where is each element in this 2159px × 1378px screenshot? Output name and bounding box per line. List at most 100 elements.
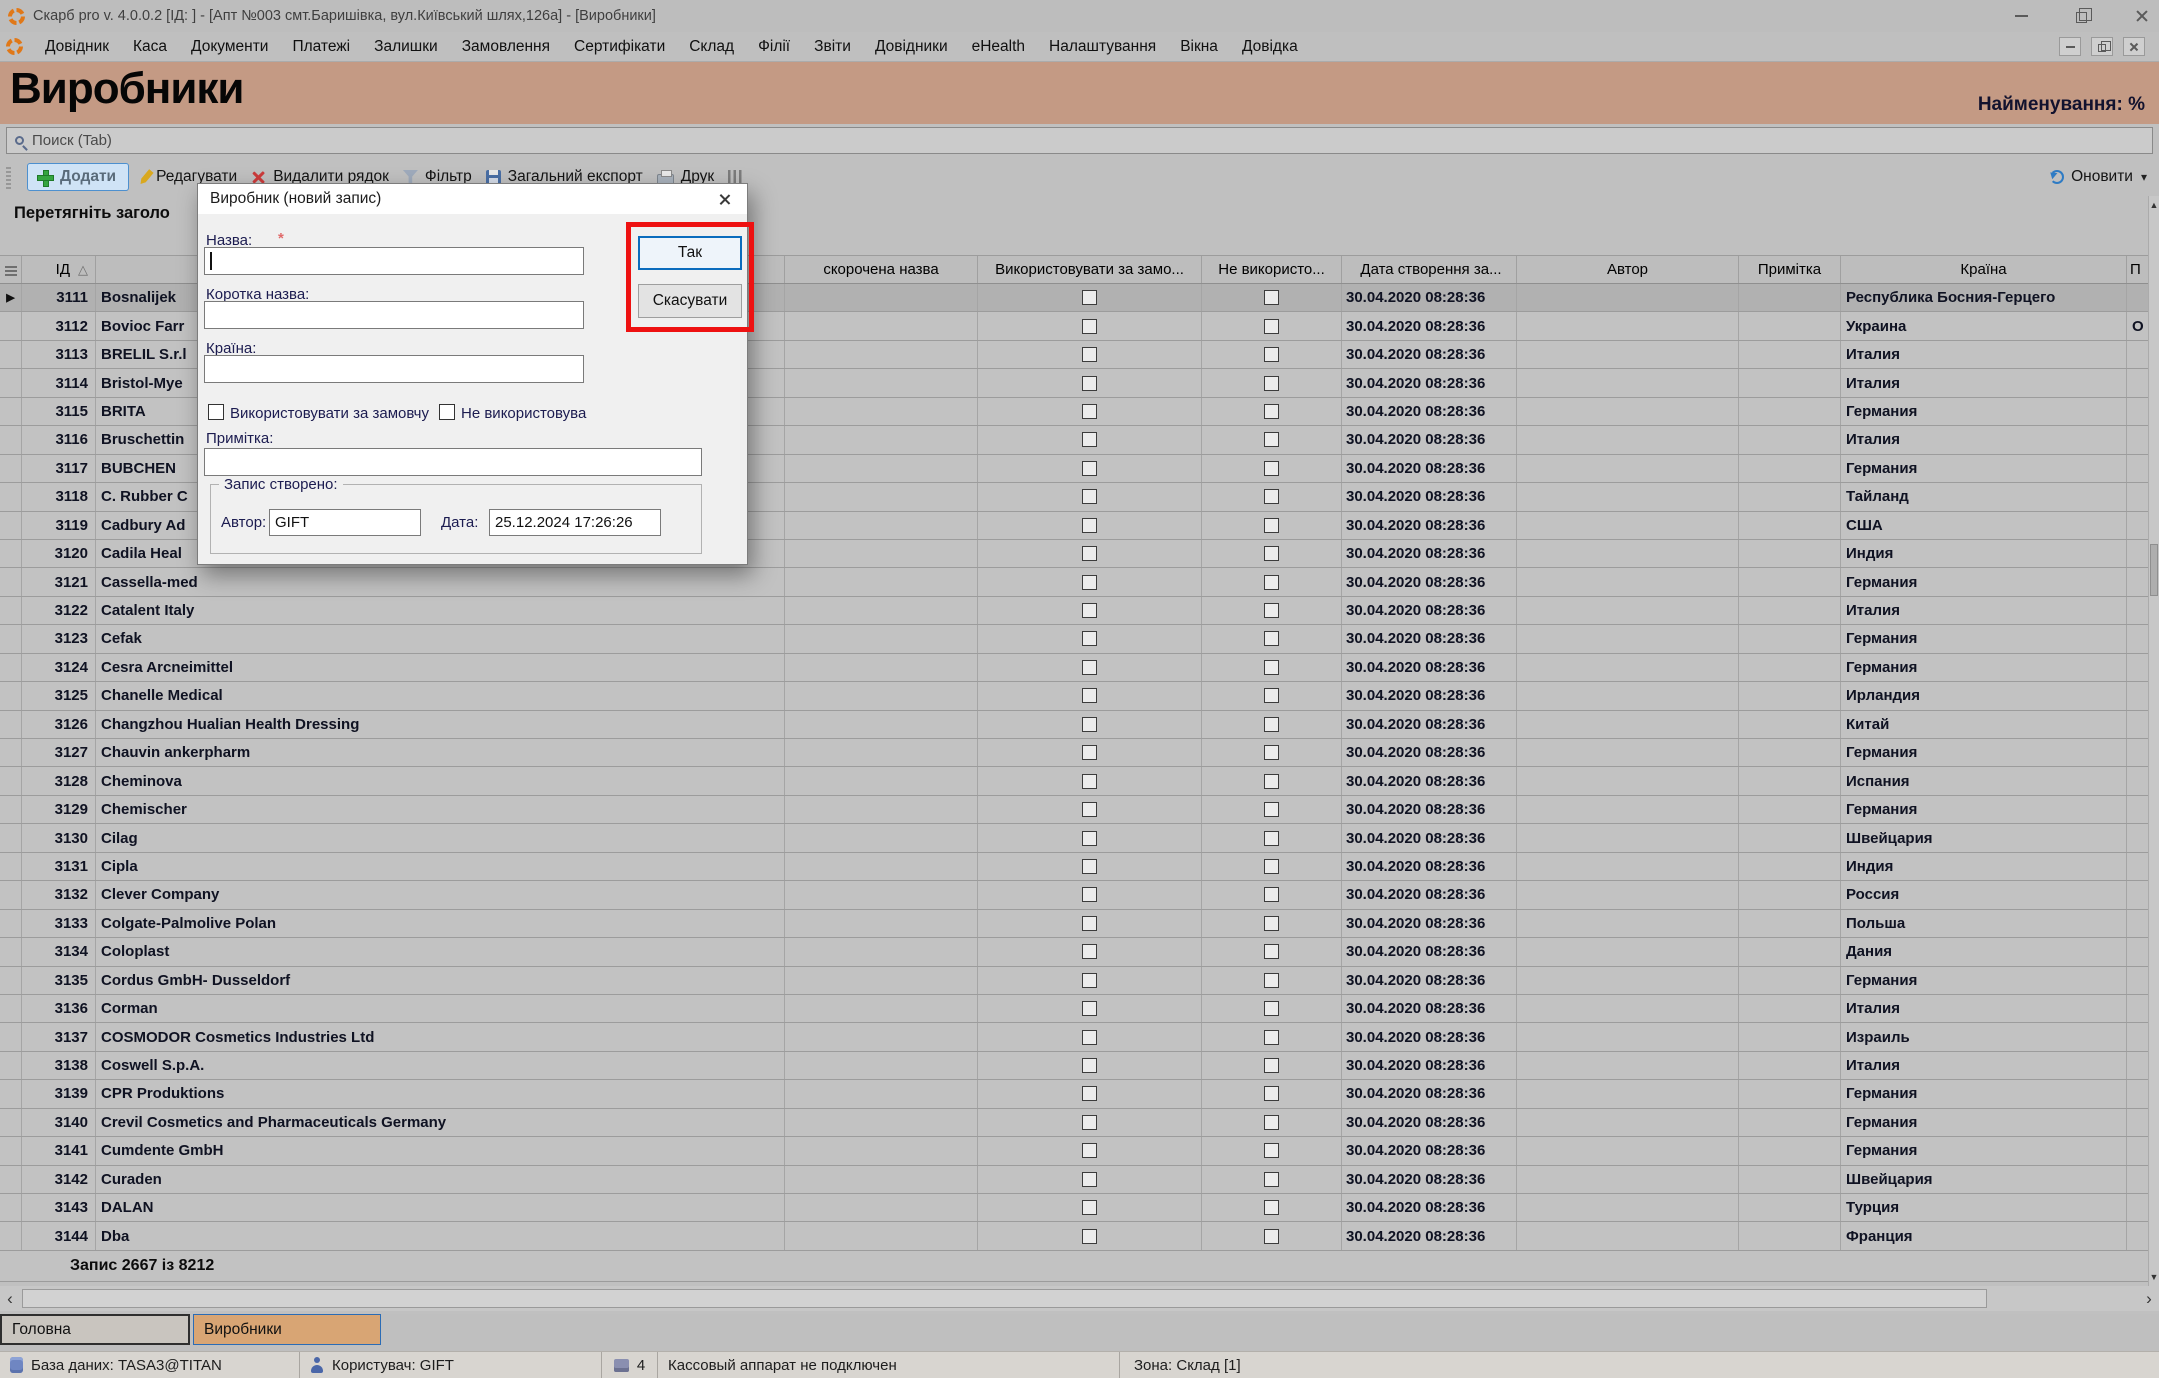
scroll-right-icon[interactable]: › [2139, 1289, 2159, 1309]
use-default-checkbox[interactable] [1082, 575, 1097, 590]
header-id[interactable]: ІД △ [22, 256, 96, 283]
use-default-checkbox[interactable] [1082, 461, 1097, 476]
use-default-checkbox[interactable] [1082, 887, 1097, 902]
table-row[interactable]: 3122 Catalent Italy 30.04.2020 08:28:36 … [0, 597, 2148, 625]
not-use-checkbox[interactable] [1264, 404, 1279, 419]
table-row[interactable]: 3138 Coswell S.p.A. 30.04.2020 08:28:36 … [0, 1052, 2148, 1080]
not-use-checkbox[interactable] [1264, 1030, 1279, 1045]
menu-item[interactable]: Залишки [362, 34, 450, 60]
add-button[interactable]: Додати [27, 163, 129, 191]
not-use-checkbox[interactable] [439, 404, 455, 420]
date-field[interactable]: 25.12.2024 17:26:26 [489, 509, 661, 536]
not-use-checkbox[interactable] [1264, 546, 1279, 561]
short-name-field[interactable] [204, 301, 584, 329]
restore-icon[interactable] [2076, 12, 2087, 23]
name-field[interactable] [204, 247, 584, 275]
not-use-checkbox[interactable] [1264, 1001, 1279, 1016]
use-default-checkbox[interactable] [1082, 546, 1097, 561]
search-input[interactable]: Поиск (Tab) [6, 127, 2153, 154]
menu-item[interactable]: Звіти [802, 34, 863, 60]
not-use-checkbox[interactable] [1264, 745, 1279, 760]
header-use-default[interactable]: Використовувати за замо... [978, 256, 1202, 283]
menu-item[interactable]: Склад [677, 34, 746, 60]
not-use-checkbox[interactable] [1264, 1200, 1279, 1215]
minimize-icon[interactable] [2015, 15, 2028, 17]
toolbar-grip[interactable] [6, 165, 11, 189]
not-use-checkbox[interactable] [1264, 1058, 1279, 1073]
menu-item[interactable]: Документи [179, 34, 280, 60]
use-default-checkbox[interactable] [1082, 774, 1097, 789]
mdi-restore-button[interactable] [2091, 37, 2113, 56]
use-default-checkbox[interactable] [1082, 745, 1097, 760]
table-row[interactable]: 3137 COSMODOR Cosmetics Industries Ltd 3… [0, 1023, 2148, 1051]
use-default-checkbox[interactable] [1082, 802, 1097, 817]
use-default-checkbox[interactable] [1082, 1172, 1097, 1187]
not-use-checkbox[interactable] [1264, 1086, 1279, 1101]
not-use-checkbox[interactable] [1264, 631, 1279, 646]
table-row[interactable]: 3135 Cordus GmbH- Dusseldorf 30.04.2020 … [0, 967, 2148, 995]
use-default-checkbox[interactable] [1082, 319, 1097, 334]
menu-item[interactable]: Філії [746, 34, 802, 60]
not-use-checkbox[interactable] [1264, 973, 1279, 988]
not-use-checkbox[interactable] [1264, 660, 1279, 675]
not-use-checkbox[interactable] [1264, 489, 1279, 504]
not-use-checkbox[interactable] [1264, 461, 1279, 476]
table-row[interactable]: 3133 Colgate-Palmolive Polan 30.04.2020 … [0, 910, 2148, 938]
not-use-checkbox[interactable] [1264, 717, 1279, 732]
menu-item[interactable]: Довідник [33, 34, 121, 60]
table-row[interactable]: 3143 DALAN 30.04.2020 08:28:36 Турция [0, 1194, 2148, 1222]
menu-item[interactable]: Платежі [280, 34, 362, 60]
use-default-checkbox[interactable] [1082, 944, 1097, 959]
column-chooser-button[interactable] [0, 256, 22, 283]
use-default-checkbox[interactable] [1082, 631, 1097, 646]
not-use-checkbox[interactable] [1264, 859, 1279, 874]
not-use-checkbox[interactable] [1264, 319, 1279, 334]
horizontal-scrollbar[interactable]: ‹ › [0, 1286, 2159, 1311]
refresh-button[interactable]: Оновити [2050, 168, 2133, 186]
vertical-scroll-thumb[interactable] [2150, 544, 2158, 596]
use-default-checkbox[interactable] [1082, 973, 1097, 988]
menu-item[interactable]: Налаштування [1037, 34, 1168, 60]
not-use-checkbox[interactable] [1264, 290, 1279, 305]
table-row[interactable]: 3140 Crevil Cosmetics and Pharmaceutical… [0, 1109, 2148, 1137]
use-default-checkbox[interactable] [1082, 347, 1097, 362]
not-use-checkbox[interactable] [1264, 1143, 1279, 1158]
menu-item[interactable]: eHealth [960, 34, 1037, 60]
use-default-checkbox[interactable] [1082, 688, 1097, 703]
author-field[interactable]: GIFT [269, 509, 421, 536]
mdi-minimize-button[interactable] [2059, 37, 2081, 56]
not-use-checkbox[interactable] [1264, 774, 1279, 789]
table-row[interactable]: 3123 Cefak 30.04.2020 08:28:36 Германия [0, 625, 2148, 653]
use-default-checkbox[interactable] [1082, 404, 1097, 419]
table-row[interactable]: 3134 Coloplast 30.04.2020 08:28:36 Дания [0, 938, 2148, 966]
not-use-checkbox[interactable] [1264, 1115, 1279, 1130]
use-default-checkbox[interactable] [1082, 1058, 1097, 1073]
header-created-date[interactable]: Дата створення за... [1342, 256, 1517, 283]
scroll-down-icon[interactable]: ▼ [2149, 1272, 2159, 1282]
not-use-checkbox[interactable] [1264, 916, 1279, 931]
dialog-title-bar[interactable]: Виробник (новий запис) [198, 184, 747, 214]
not-use-checkbox[interactable] [1264, 603, 1279, 618]
header-country[interactable]: Країна [1841, 256, 2127, 283]
use-default-checkbox[interactable] [1082, 1001, 1097, 1016]
use-default-checkbox[interactable] [1082, 290, 1097, 305]
not-use-checkbox[interactable] [1264, 518, 1279, 533]
menu-item[interactable]: Замовлення [450, 34, 562, 60]
header-next-column[interactable]: П [2127, 256, 2148, 283]
header-note[interactable]: Примітка [1739, 256, 1841, 283]
header-short-name[interactable]: скорочена назва [785, 256, 978, 283]
use-default-checkbox[interactable] [1082, 1200, 1097, 1215]
horizontal-scroll-thumb[interactable] [22, 1289, 1987, 1308]
use-default-checkbox[interactable] [1082, 660, 1097, 675]
not-use-checkbox[interactable] [1264, 802, 1279, 817]
table-row[interactable]: 3136 Corman 30.04.2020 08:28:36 Италия [0, 995, 2148, 1023]
menu-item[interactable]: Вікна [1168, 34, 1230, 60]
use-default-checkbox[interactable] [1082, 916, 1097, 931]
note-field[interactable] [204, 448, 702, 476]
not-use-checkbox[interactable] [1264, 347, 1279, 362]
close-icon[interactable] [2135, 9, 2149, 23]
table-row[interactable]: 3128 Cheminova 30.04.2020 08:28:36 Испан… [0, 767, 2148, 795]
dialog-close-button[interactable] [703, 184, 747, 214]
country-field[interactable] [204, 355, 584, 383]
tab-manufacturers[interactable]: Виробники [193, 1314, 381, 1345]
